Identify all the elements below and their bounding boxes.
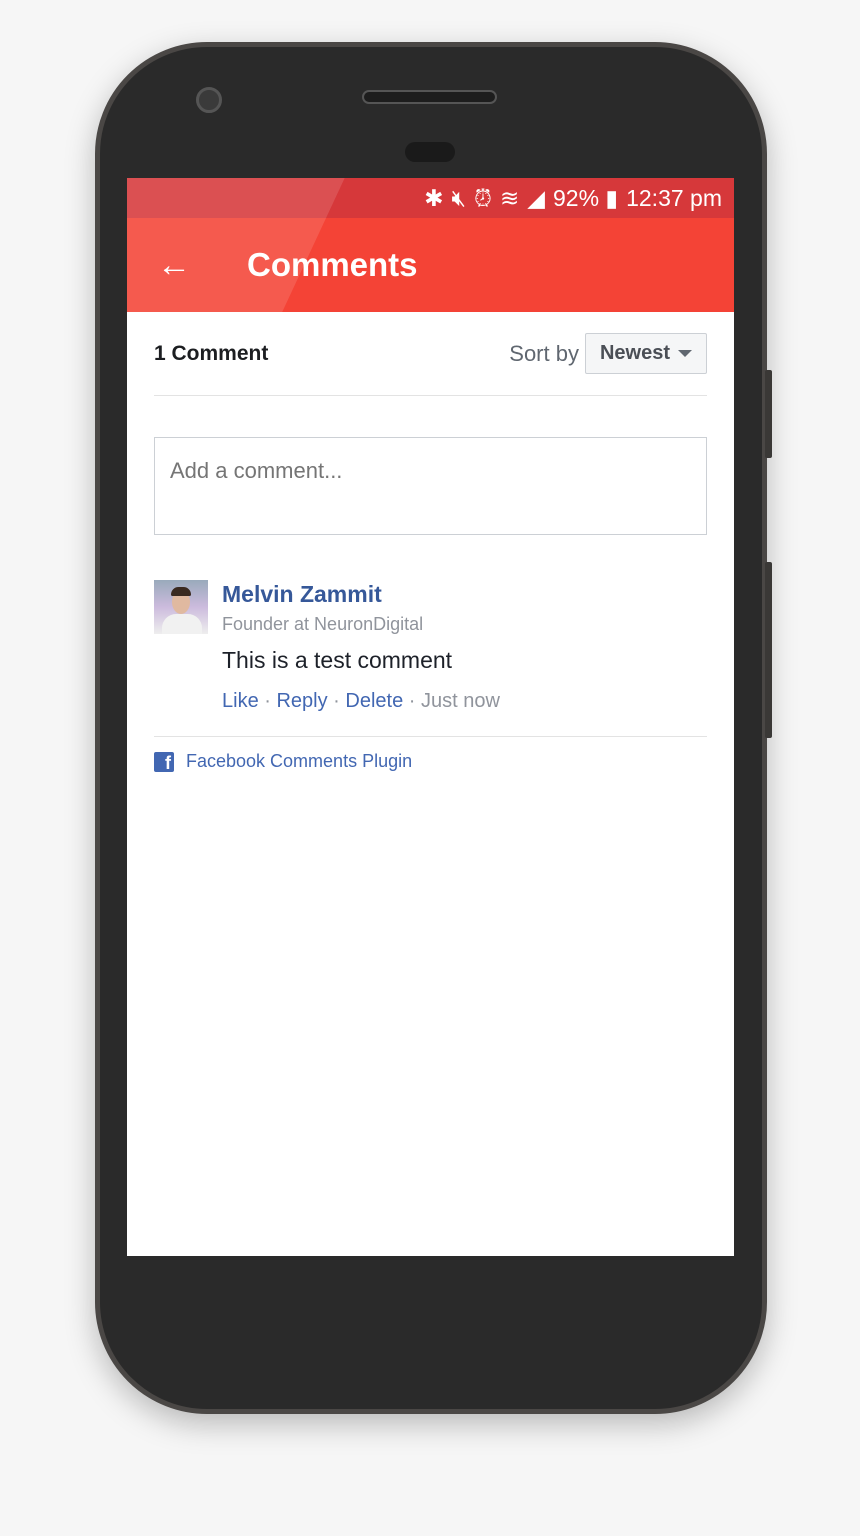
sort-select[interactable]: Newest <box>584 333 707 374</box>
wifi-icon: ≋ <box>500 184 520 211</box>
alarm-icon: ⏰︎ <box>474 184 492 211</box>
arrow-left-icon[interactable]: ← <box>157 246 217 285</box>
comment-author[interactable]: Melvin Zammit <box>222 581 500 608</box>
power-button <box>765 562 772 738</box>
comment-input[interactable] <box>154 437 707 535</box>
bluetooth-icon: ✱ <box>424 184 444 211</box>
app-bar: ← Comments <box>127 218 734 312</box>
reply-link[interactable]: Reply <box>276 690 327 712</box>
battery-percent: 92% <box>552 184 600 211</box>
caret-down-icon <box>678 350 692 358</box>
comment-time: Just now <box>421 690 500 712</box>
comment-count: 1 Comment <box>154 341 269 365</box>
delete-link[interactable]: Delete <box>345 690 403 712</box>
sort-value: Newest <box>599 342 670 364</box>
plugin-link[interactable]: Facebook Comments Plugin <box>186 751 412 772</box>
sort-label: Sort by <box>509 340 579 366</box>
volume-button <box>765 370 772 458</box>
comment-actions: Like · Reply · Delete · Just now <box>222 690 500 712</box>
comments-header: 1 Comment Sort by Newest <box>154 312 707 396</box>
mute-icon: 🔇︎ <box>451 184 467 211</box>
clock: 12:37 pm <box>626 184 722 211</box>
like-link[interactable]: Like <box>222 690 259 712</box>
comment-item: Melvin Zammit Founder at NeuronDigital T… <box>154 580 707 713</box>
author-subtitle: Founder at NeuronDigital <box>222 614 424 634</box>
comments-plugin: 1 Comment Sort by Newest Melvin Zammit F… <box>127 312 734 772</box>
signal-icon: ◢ <box>527 184 545 211</box>
front-camera <box>196 87 222 113</box>
avatar[interactable] <box>154 580 208 634</box>
plugin-footer[interactable]: f Facebook Comments Plugin <box>154 736 707 772</box>
status-bar: ✱ 🔇︎ ⏰︎ ≋ ◢ 92% ▮ 12:37 pm <box>127 178 734 218</box>
screen: ✱ 🔇︎ ⏰︎ ≋ ◢ 92% ▮ 12:37 pm ← Comments 1 … <box>127 178 734 1256</box>
proximity-sensor <box>405 142 455 162</box>
facebook-icon: f <box>154 751 174 772</box>
comment-text: This is a test comment <box>222 647 453 673</box>
earpiece-speaker <box>362 90 497 104</box>
battery-charging-icon: ▮ <box>605 184 619 211</box>
page-title: Comments <box>247 246 418 283</box>
